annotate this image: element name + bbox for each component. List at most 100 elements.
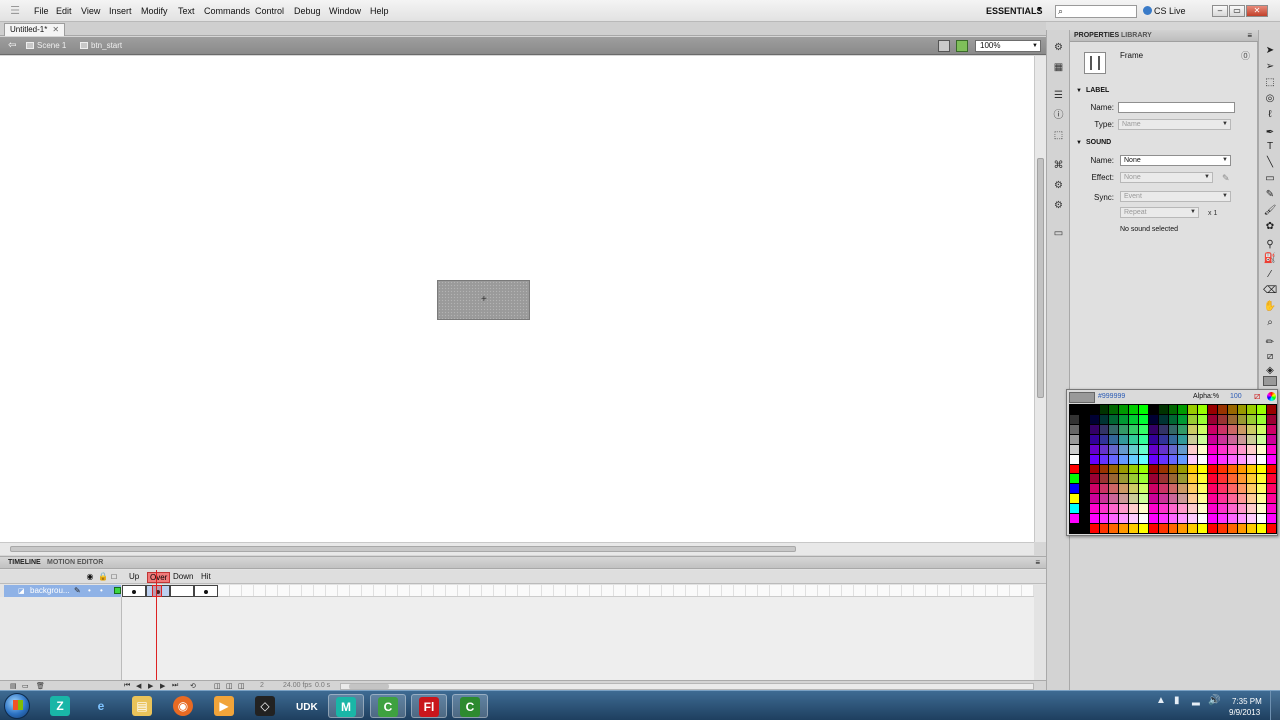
edit-symbols-icon[interactable]	[956, 40, 968, 52]
deco-tool-icon[interactable]: ✿	[1263, 220, 1277, 233]
color-swatch[interactable]	[1237, 414, 1247, 424]
app-logo-icon[interactable]: ☰	[8, 4, 22, 18]
color-swatch[interactable]	[1158, 524, 1168, 533]
transform-icon[interactable]: ⬚	[1052, 130, 1065, 142]
color-swatch[interactable]	[1207, 414, 1217, 424]
color-swatch[interactable]	[1227, 444, 1237, 454]
zoom-select[interactable]: 100% ▼	[975, 40, 1041, 52]
component-inspector-icon[interactable]: ⚙	[1052, 200, 1065, 212]
color-swatch[interactable]	[1217, 434, 1227, 444]
onion-outline-icon[interactable]: ◫	[226, 682, 233, 690]
color-swatch[interactable]	[1217, 444, 1227, 454]
color-swatch[interactable]	[1267, 514, 1276, 524]
color-swatch[interactable]	[1119, 514, 1129, 524]
color-swatch[interactable]	[1198, 424, 1207, 434]
color-swatch[interactable]	[1257, 444, 1267, 454]
color-swatch[interactable]	[1267, 444, 1276, 454]
color-swatch[interactable]	[1119, 484, 1129, 494]
color-swatch[interactable]	[1247, 424, 1257, 434]
color-swatch[interactable]	[1198, 405, 1207, 414]
color-swatch[interactable]	[1217, 424, 1227, 434]
color-swatch[interactable]	[1158, 504, 1168, 514]
color-swatch[interactable]	[1099, 454, 1109, 464]
color-swatch[interactable]	[1079, 504, 1089, 514]
color-swatch[interactable]	[1099, 474, 1109, 484]
lasso-tool-icon[interactable]: ℓ	[1263, 108, 1277, 121]
color-swatch[interactable]	[1079, 414, 1089, 424]
color-swatch[interactable]	[1247, 405, 1257, 414]
color-swatch[interactable]	[1198, 434, 1207, 444]
color-swatch[interactable]	[1188, 524, 1198, 533]
color-swatch[interactable]	[1188, 454, 1198, 464]
layer-name[interactable]: backgrou...	[30, 586, 70, 595]
color-swatch[interactable]	[1237, 434, 1247, 444]
menu-insert[interactable]: Insert	[109, 6, 132, 16]
color-swatch[interactable]	[1237, 514, 1247, 524]
color-swatch[interactable]	[1109, 474, 1119, 484]
info-icon[interactable]: ⓘ	[1052, 110, 1065, 122]
color-swatch[interactable]	[1089, 444, 1099, 454]
color-swatch[interactable]	[1138, 524, 1148, 533]
color-swatch[interactable]	[1178, 414, 1188, 424]
color-swatch[interactable]	[1119, 454, 1129, 464]
color-swatch[interactable]	[1178, 504, 1188, 514]
color-swatch[interactable]	[1247, 454, 1257, 464]
color-swatch[interactable]	[1148, 424, 1158, 434]
color-swatch[interactable]	[1198, 514, 1207, 524]
color-swatch[interactable]	[1099, 434, 1109, 444]
color-swatch[interactable]	[1237, 484, 1247, 494]
color-swatch[interactable]	[1138, 414, 1148, 424]
color-swatch[interactable]	[1099, 405, 1109, 414]
color-swatch[interactable]	[1257, 414, 1267, 424]
color-swatch[interactable]	[1158, 464, 1168, 474]
color-swatch[interactable]	[1267, 504, 1276, 514]
color-swatch[interactable]	[1109, 444, 1119, 454]
color-swatch[interactable]	[1099, 524, 1109, 533]
color-swatch[interactable]	[1188, 514, 1198, 524]
color-swatch[interactable]	[1207, 494, 1217, 504]
color-swatch[interactable]	[1178, 444, 1188, 454]
color-swatch[interactable]	[1158, 414, 1168, 424]
pen-tool-icon[interactable]: ✒	[1263, 126, 1277, 139]
edit-multiple-icon[interactable]: ◫	[238, 682, 245, 690]
close-button[interactable]: ✕	[1246, 5, 1268, 17]
color-swatch[interactable]	[1247, 514, 1257, 524]
color-swatch[interactable]	[1217, 454, 1227, 464]
loop-icon[interactable]: ⟲	[190, 682, 196, 690]
color-swatch[interactable]	[1079, 464, 1089, 474]
color-swatch[interactable]	[1247, 464, 1257, 474]
stage-horizontal-scrollbar[interactable]	[0, 542, 1034, 555]
sync-select[interactable]: Event ▼	[1120, 191, 1231, 202]
color-swatch[interactable]	[1257, 484, 1267, 494]
color-swatch[interactable]	[1207, 514, 1217, 524]
color-swatch[interactable]	[1168, 504, 1178, 514]
color-swatch[interactable]	[1178, 434, 1188, 444]
color-swatch[interactable]	[1257, 524, 1267, 533]
tray-device-icon[interactable]: ▮	[1174, 695, 1180, 706]
color-swatch[interactable]	[1168, 524, 1178, 533]
components-icon[interactable]: ⚙	[1052, 180, 1065, 192]
color-swatch[interactable]	[1119, 494, 1129, 504]
color-swatch[interactable]	[1227, 405, 1237, 414]
color-swatch[interactable]	[1227, 434, 1237, 444]
frame-rate[interactable]: 24.00 fps	[283, 682, 312, 689]
color-swatch[interactable]	[1158, 444, 1168, 454]
color-swatch[interactable]	[1267, 434, 1276, 444]
tab-properties[interactable]: PROPERTIES	[1074, 32, 1119, 39]
color-swatch[interactable]	[1227, 424, 1237, 434]
color-swatch[interactable]	[1079, 474, 1089, 484]
repeat-select[interactable]: Repeat ▼	[1120, 207, 1199, 218]
show-desktop-button[interactable]	[1270, 691, 1280, 720]
color-swatch[interactable]	[1148, 464, 1158, 474]
color-swatch[interactable]	[1089, 514, 1099, 524]
subselection-tool-icon[interactable]: ➢	[1263, 60, 1277, 73]
color-swatch[interactable]	[1267, 424, 1276, 434]
color-swatch[interactable]	[1227, 494, 1237, 504]
color-swatch[interactable]	[1237, 524, 1247, 533]
menu-file[interactable]: File	[34, 6, 49, 16]
color-swatch[interactable]	[1257, 504, 1267, 514]
eraser-tool-icon[interactable]: ⌫	[1263, 284, 1277, 297]
pencil-tool-icon[interactable]: ✎	[1263, 188, 1277, 201]
color-swatch[interactable]	[1227, 514, 1237, 524]
color-swatch[interactable]	[1267, 474, 1276, 484]
